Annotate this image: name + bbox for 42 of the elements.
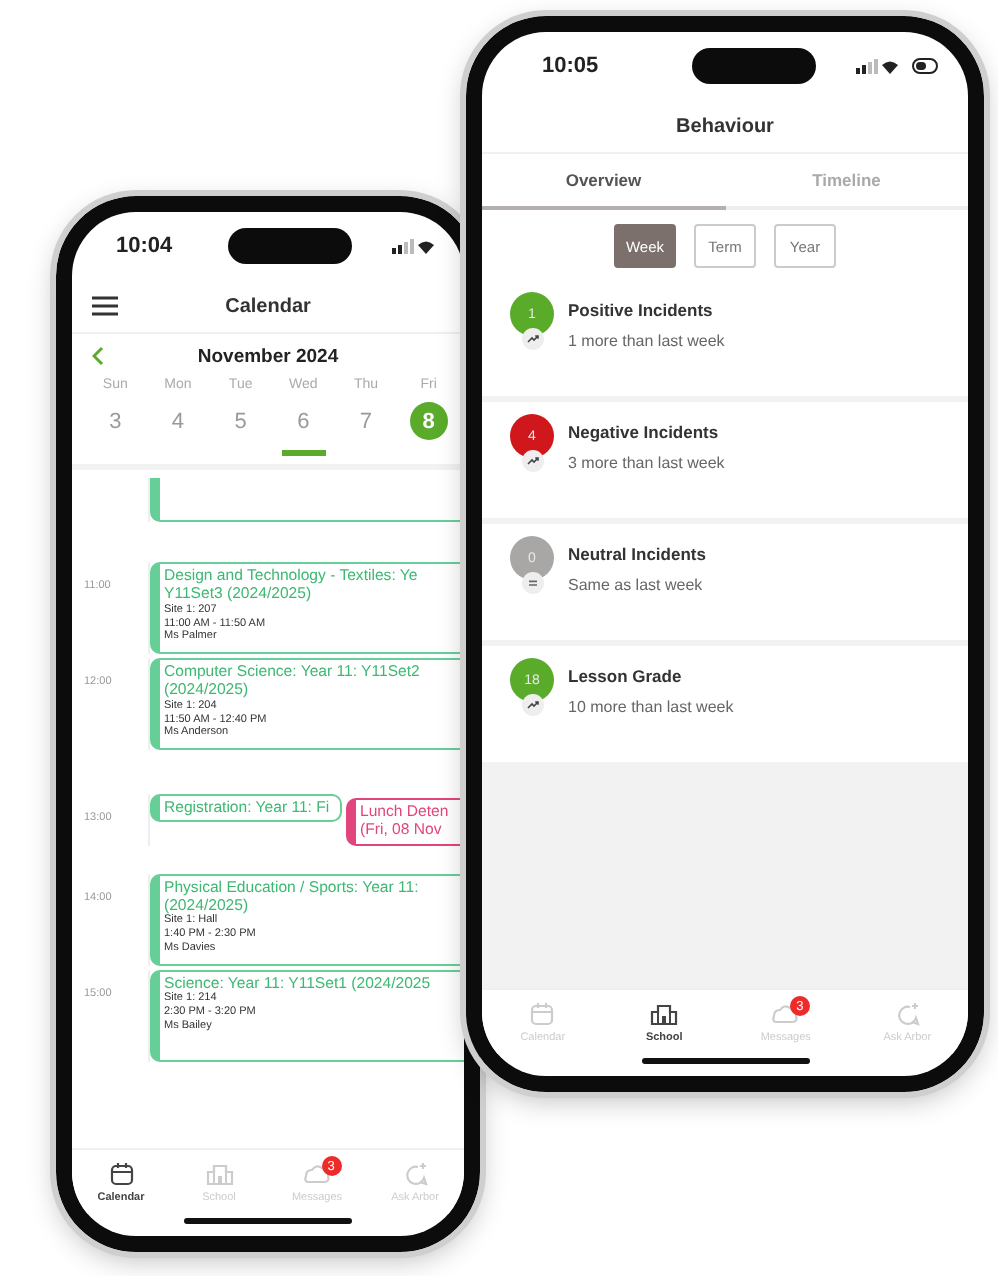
date-button[interactable]: 4 (158, 402, 197, 440)
calendar-icon (530, 1001, 555, 1025)
tab[interactable]: Timeline (725, 154, 968, 210)
tab[interactable]: Overview (482, 154, 725, 210)
chat-sparkle-icon (403, 1161, 427, 1185)
battery-icon (912, 58, 940, 74)
back-chevron-icon[interactable] (92, 346, 104, 366)
page-indicator (282, 449, 326, 455)
calendar-icon (109, 1161, 133, 1185)
camera-notch (692, 48, 816, 84)
menu-icon[interactable] (92, 296, 118, 316)
screen-title: Behaviour (676, 115, 774, 137)
status-time: 10:05 (542, 54, 601, 78)
trend-up-icon (521, 694, 543, 716)
chat-icon (771, 1001, 800, 1025)
month-title: November 2024 (197, 345, 339, 367)
building-icon (205, 1161, 233, 1185)
date-button[interactable]: 8 (409, 402, 448, 440)
equals-icon (521, 572, 543, 594)
incident-comparison: 1 more than last week (568, 332, 725, 350)
building-icon (650, 1001, 679, 1025)
trend-up-icon (521, 328, 543, 350)
event-card[interactable] (150, 478, 464, 522)
date-button[interactable]: 6 (284, 402, 323, 440)
incident-comparison: Same as last week (568, 576, 705, 594)
status-time: 10:04 (116, 234, 175, 258)
trend-up-icon (521, 450, 543, 472)
incident-title: Neutral Incidents (568, 544, 706, 564)
incident-comparison: 3 more than last week (568, 454, 725, 472)
chat-sparkle-icon (895, 1001, 920, 1025)
incident-title: Negative Incidents (568, 422, 721, 442)
signal-icon (856, 58, 900, 74)
signal-icon (392, 238, 436, 254)
chat-icon (303, 1161, 331, 1185)
incident-comparison: 10 more than last week (568, 698, 734, 716)
incident-title: Lesson Grade (568, 666, 684, 686)
date-button[interactable]: 7 (346, 402, 385, 440)
camera-notch (228, 228, 352, 264)
screen-title: Calendar (225, 295, 311, 317)
incident-title: Positive Incidents (568, 300, 715, 320)
date-button[interactable]: 5 (221, 402, 260, 440)
date-button[interactable]: 3 (96, 402, 135, 440)
